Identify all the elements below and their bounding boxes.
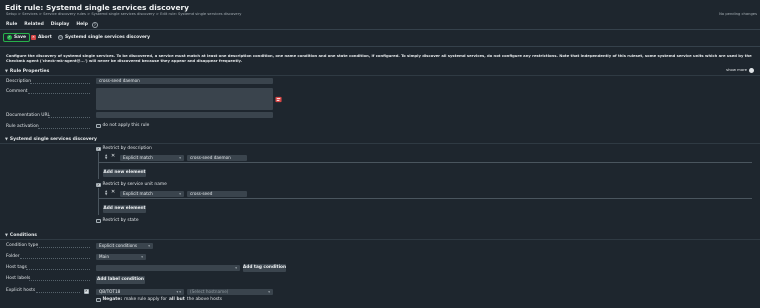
menu-rule[interactable]: Rule bbox=[6, 22, 17, 28]
add-element-button[interactable]: Add new element bbox=[103, 205, 146, 213]
save-icon: ✓ bbox=[7, 35, 12, 40]
host-tags-label: Host tags bbox=[6, 265, 27, 270]
ruleset-link-button[interactable]: ⚙ Systemd single services discovery bbox=[55, 33, 153, 42]
toggle-icon bbox=[749, 68, 754, 73]
condition-type-label: Condition type bbox=[6, 243, 39, 248]
description-label: Description bbox=[6, 79, 32, 84]
name-match-input[interactable]: cross-seed bbox=[187, 191, 247, 197]
section-divider bbox=[0, 143, 760, 144]
restrict-state-row[interactable]: Restrict by state bbox=[96, 218, 139, 224]
restrict-state-checkbox[interactable] bbox=[96, 218, 101, 223]
ruleset-help-text: Configure the discovery of systemd singl… bbox=[6, 54, 752, 64]
description-match-input[interactable]: cross-seed daemon bbox=[187, 155, 247, 161]
top-menu: Rule Related Display Help ? bbox=[6, 22, 98, 28]
doc-url-label: Documentation URL bbox=[6, 113, 50, 118]
host-select-empty[interactable]: (Select hostname) ▾ bbox=[187, 289, 273, 295]
explicit-hosts-checkbox[interactable]: ✕ bbox=[84, 289, 89, 294]
ruleset-icon: ⚙ bbox=[58, 35, 63, 40]
label-leader bbox=[48, 117, 90, 118]
breadcrumb: Setup > Services > Service discovery rul… bbox=[6, 12, 242, 16]
chevron-down-icon: ▾ bbox=[235, 265, 237, 270]
condition-type-select[interactable]: Explicit conditions ▾ bbox=[96, 243, 153, 249]
host-labels-label: Host labels bbox=[6, 276, 31, 281]
chevron-down-icon: ▾ bbox=[148, 243, 150, 248]
menu-help[interactable]: Help bbox=[76, 22, 88, 28]
reorder-arrows-icon[interactable]: ▲ ▼ bbox=[105, 190, 107, 195]
rule-properties-header[interactable]: ▼ Rule Properties bbox=[5, 68, 49, 75]
description-input[interactable]: cross-seed daemon bbox=[96, 78, 273, 84]
chevron-down-icon: ▾ ▾ bbox=[176, 289, 181, 294]
disable-rule-checkbox-row[interactable]: do not apply this rule bbox=[96, 123, 149, 129]
abort-button[interactable]: ✕ Abort bbox=[28, 33, 55, 42]
show-more-toggle[interactable]: show more bbox=[726, 67, 754, 73]
folder-label: Folder bbox=[6, 254, 20, 259]
section-divider bbox=[0, 239, 760, 240]
list-separator bbox=[98, 198, 752, 199]
ssd-section-header[interactable]: ▼ Systemd single services discovery bbox=[5, 136, 97, 143]
pending-changes[interactable]: No pending changes bbox=[719, 12, 757, 17]
label-leader bbox=[28, 93, 90, 94]
abort-icon: ✕ bbox=[31, 35, 36, 40]
delete-element-icon[interactable]: ✕ bbox=[111, 190, 115, 195]
comment-textarea[interactable] bbox=[96, 88, 273, 110]
restrict-name-row[interactable]: ✕ Restrict by service unit name bbox=[96, 182, 167, 188]
label-leader bbox=[37, 247, 90, 248]
doc-url-input[interactable] bbox=[96, 112, 273, 118]
folder-select[interactable]: Main ▾ bbox=[96, 254, 146, 260]
comment-prefix-icon[interactable] bbox=[275, 96, 282, 103]
reorder-arrows-icon[interactable]: ▲ ▼ bbox=[105, 154, 107, 159]
chevron-down-icon: ▾ bbox=[179, 191, 181, 196]
host-tag-select[interactable]: ▾ bbox=[96, 265, 240, 271]
toolbar-divider bbox=[0, 46, 760, 47]
label-leader bbox=[38, 128, 90, 129]
collapse-triangle-icon: ▼ bbox=[5, 68, 8, 73]
restrict-name-checkbox[interactable]: ✕ bbox=[96, 182, 101, 187]
restrict-description-row[interactable]: ✕ Restrict by description bbox=[96, 146, 152, 152]
rule-activation-label: Rule activation bbox=[6, 124, 39, 129]
collapse-triangle-icon: ▼ bbox=[5, 136, 8, 141]
label-leader bbox=[36, 292, 80, 293]
save-button[interactable]: ✓ Save bbox=[3, 33, 30, 42]
list-bracket-line bbox=[98, 188, 99, 215]
description-match-select[interactable]: Explicit match ▾ bbox=[120, 155, 184, 161]
section-divider bbox=[0, 75, 760, 76]
label-leader bbox=[26, 269, 90, 270]
explicit-host-select[interactable]: QB/TOT18 ▾ ▾ bbox=[96, 289, 184, 295]
help-toggle-icon[interactable]: ? bbox=[91, 22, 98, 28]
menu-divider bbox=[0, 29, 760, 30]
page-title: Edit rule: Systemd single services disco… bbox=[5, 3, 189, 12]
menu-display[interactable]: Display bbox=[51, 22, 70, 28]
explicit-hosts-label: Explicit hosts bbox=[6, 288, 36, 293]
negate-checkbox[interactable] bbox=[96, 297, 101, 302]
name-match-select[interactable]: Explicit match ▾ bbox=[120, 191, 184, 197]
collapse-triangle-icon: ▼ bbox=[5, 232, 8, 237]
list-separator bbox=[98, 162, 752, 163]
label-leader bbox=[29, 280, 90, 281]
comment-label: Comment bbox=[6, 89, 28, 94]
disable-rule-checkbox[interactable] bbox=[96, 123, 101, 128]
label-leader bbox=[20, 258, 90, 259]
list-bracket-line bbox=[98, 152, 99, 179]
label-leader bbox=[30, 83, 90, 84]
add-label-condition-button[interactable]: Add label condition bbox=[96, 276, 145, 284]
chevron-down-icon: ▾ bbox=[141, 254, 143, 259]
chevron-down-icon: ▾ bbox=[179, 155, 181, 160]
restrict-description-checkbox[interactable]: ✕ bbox=[96, 146, 101, 151]
add-element-button[interactable]: Add new element bbox=[103, 169, 146, 177]
add-tag-condition-button[interactable]: Add tag condition bbox=[243, 264, 286, 272]
delete-element-icon[interactable]: ✕ bbox=[111, 154, 115, 159]
negate-row[interactable]: Negate: make rule apply for all but the … bbox=[96, 297, 222, 303]
chevron-down-icon: ▾ bbox=[268, 289, 270, 294]
menu-related[interactable]: Related bbox=[24, 22, 44, 28]
conditions-header[interactable]: ▼ Conditions bbox=[5, 232, 37, 239]
